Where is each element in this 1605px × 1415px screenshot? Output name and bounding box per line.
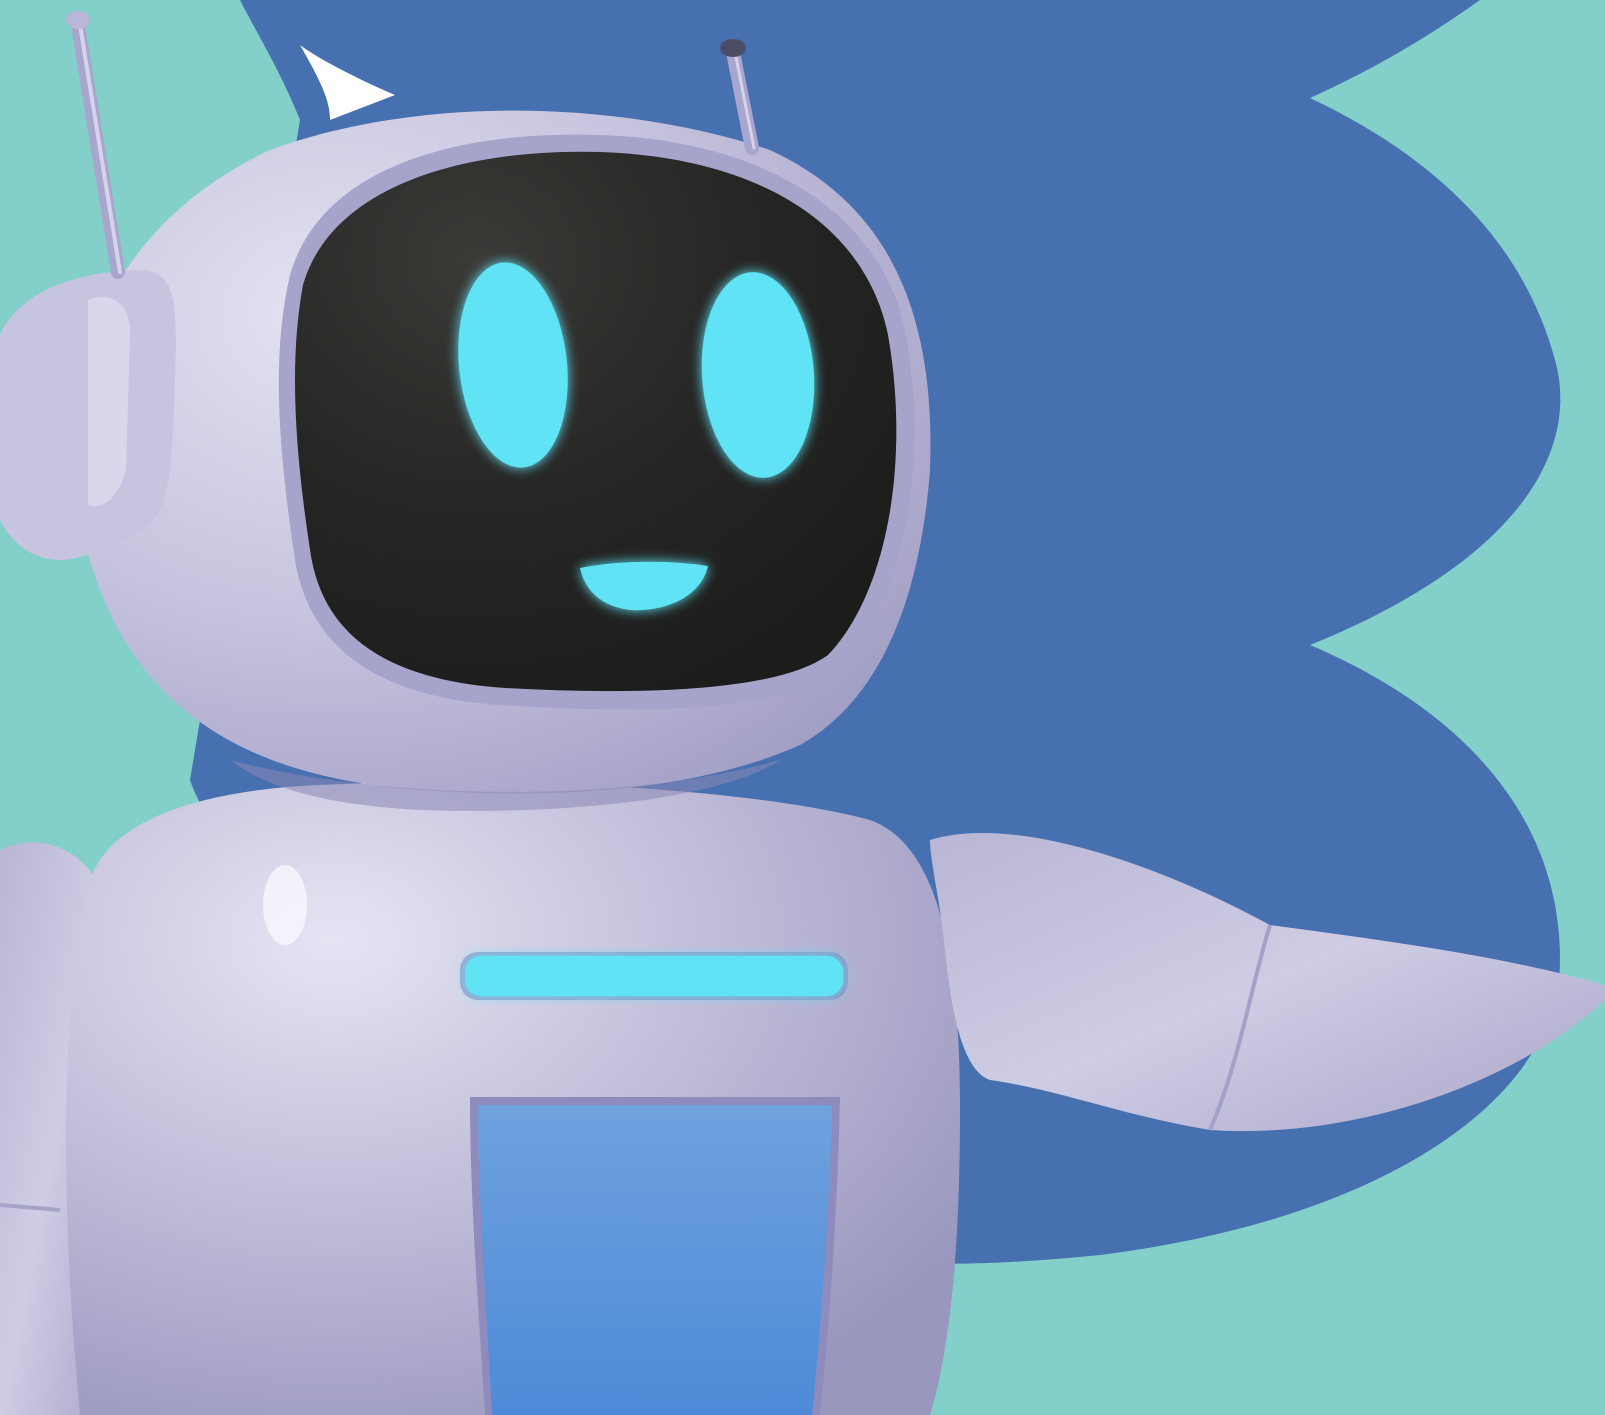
chest-light-icon [465,956,843,996]
chest-panel-screen [478,1105,832,1415]
torso-highlight [263,865,307,945]
robot-ear-inner [88,297,130,507]
robot-illustration [0,0,1605,1415]
robot-ear [0,270,176,560]
illustration-canvas [0,0,1605,1415]
